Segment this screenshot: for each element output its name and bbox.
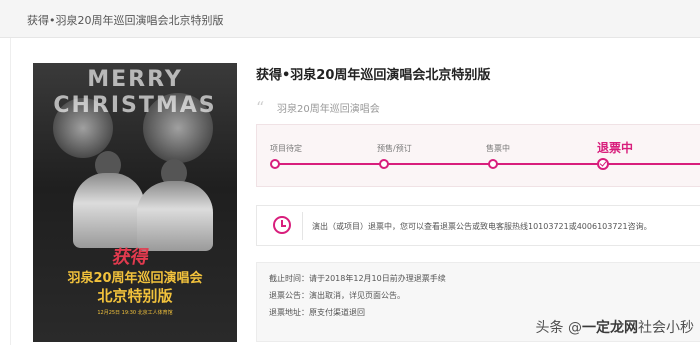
refund-announcement-label: 退票公告： — [269, 291, 309, 300]
refund-deadline-label: 截止时间： — [269, 274, 309, 283]
refund-notice: 演出（或项目）退票中，您可以查看退票公告或致电客服热线10103721或4006… — [256, 205, 700, 246]
refund-deadline-row: 截止时间：请于2018年12月10日前办理退票手续 — [269, 273, 446, 284]
breadcrumb: 获得•羽泉20周年巡回演唱会北京特别版 — [27, 14, 224, 27]
step-label-on-sale: 售票中 — [486, 144, 510, 153]
refund-announcement-row: 退票公告：演出取消，详见页面公告。 — [269, 290, 405, 301]
watermark-suffix: 社会小秒 — [638, 320, 694, 336]
step-dot-on-sale — [488, 159, 498, 169]
poster-singer — [137, 181, 213, 251]
poster-singer — [73, 173, 145, 248]
show-title: 获得•羽泉20周年巡回演唱会北京特别版 — [256, 68, 491, 83]
refund-address-value: 原支付渠道退回 — [309, 308, 365, 317]
refund-deadline-value: 请于2018年12月10日前办理退票手续 — [309, 274, 446, 283]
watermark-prefix: 头条 @ — [535, 320, 582, 336]
progress-line — [274, 163, 700, 165]
poster-title-line2: 北京特别版 — [97, 287, 173, 305]
poster-meta: 12月25日 19:30 北京工人体育馆 — [97, 310, 173, 316]
watermark-brand: 一定龙网 — [582, 320, 638, 336]
step-label-presale: 预售/预订 — [377, 144, 412, 153]
step-dot-pending — [270, 159, 280, 169]
poster-title-line1: 羽泉20周年巡回演唱会 — [67, 271, 203, 286]
event-poster[interactable]: MERRY CHRISTMAS 获得 羽泉20周年巡回演唱会 北京特别版 12月… — [33, 63, 237, 342]
step-label-refunding: 退票中 — [597, 141, 634, 155]
refund-announcement-value: 演出取消，详见页面公告。 — [309, 291, 405, 300]
step-label-pending: 项目待定 — [270, 144, 302, 153]
notice-divider — [302, 212, 303, 240]
quote-icon: “ — [256, 98, 265, 117]
clock-icon — [273, 216, 291, 234]
step-check-icon — [597, 158, 609, 170]
watermark: 头条 @一定龙网社会小秒 — [536, 317, 694, 337]
page-header: 获得•羽泉20周年巡回演唱会北京特别版 — [0, 0, 700, 38]
notice-text: 演出（或项目）退票中，您可以查看退票公告或致电客服热线10103721或4006… — [312, 222, 652, 231]
poster-spotlight — [143, 93, 213, 163]
step-dot-presale — [379, 159, 389, 169]
status-progress: 项目待定 预售/预订 售票中 退票中 — [256, 124, 700, 187]
poster-logo: 获得 — [110, 247, 151, 268]
refund-address-row: 退票地址：原支付渠道退回 — [269, 307, 365, 318]
show-subtitle: 羽泉20周年巡回演唱会 — [277, 104, 380, 115]
refund-address-label: 退票地址： — [269, 308, 309, 317]
poster-spotlight — [53, 98, 113, 158]
